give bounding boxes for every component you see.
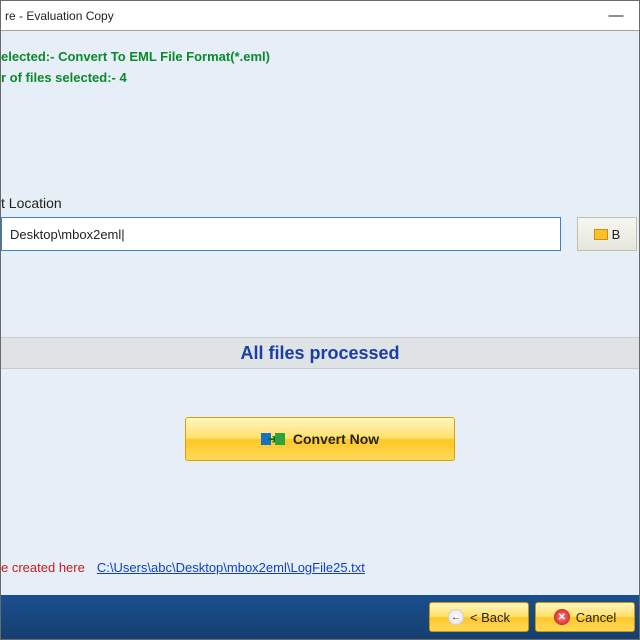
cancel-button[interactable]: ✕ Cancel xyxy=(535,602,635,632)
back-icon: ← xyxy=(448,609,464,625)
application-window: re - Evaluation Copy — elected:- Convert… xyxy=(0,0,640,640)
browse-button[interactable]: B xyxy=(577,217,637,251)
status-text: All files processed xyxy=(240,343,399,364)
window-controls: — xyxy=(597,5,635,27)
convert-now-button[interactable]: ➔ Convert Now xyxy=(185,417,455,461)
browse-label: B xyxy=(612,227,621,242)
cancel-icon: ✕ xyxy=(554,609,570,625)
log-link[interactable]: C:\Users\abc\Desktop\mbox2eml\LogFile25.… xyxy=(97,560,365,575)
back-label: < Back xyxy=(470,610,510,625)
window-title: re - Evaluation Copy xyxy=(1,9,114,23)
target-location-label: t Location xyxy=(1,195,639,211)
folder-icon xyxy=(594,229,608,240)
convert-row: ➔ Convert Now xyxy=(1,417,639,461)
status-bar: All files processed xyxy=(1,337,639,369)
log-label: e created here xyxy=(1,560,85,575)
content-area: elected:- Convert To EML File Format(*.e… xyxy=(1,31,639,595)
target-location-row: B xyxy=(1,217,639,251)
cancel-label: Cancel xyxy=(576,610,616,625)
files-selected-text: r of files selected:- 4 xyxy=(1,70,639,85)
convert-label: Convert Now xyxy=(293,431,379,447)
minimize-button[interactable]: — xyxy=(597,5,635,27)
titlebar: re - Evaluation Copy — xyxy=(1,1,639,31)
format-selected-text: elected:- Convert To EML File Format(*.e… xyxy=(1,49,639,64)
wizard-footer: ← < Back ✕ Cancel xyxy=(1,595,639,639)
target-location-input[interactable] xyxy=(1,217,561,251)
back-button[interactable]: ← < Back xyxy=(429,602,529,632)
convert-icon: ➔ xyxy=(261,432,285,446)
log-row: e created here C:\Users\abc\Desktop\mbox… xyxy=(1,560,365,575)
